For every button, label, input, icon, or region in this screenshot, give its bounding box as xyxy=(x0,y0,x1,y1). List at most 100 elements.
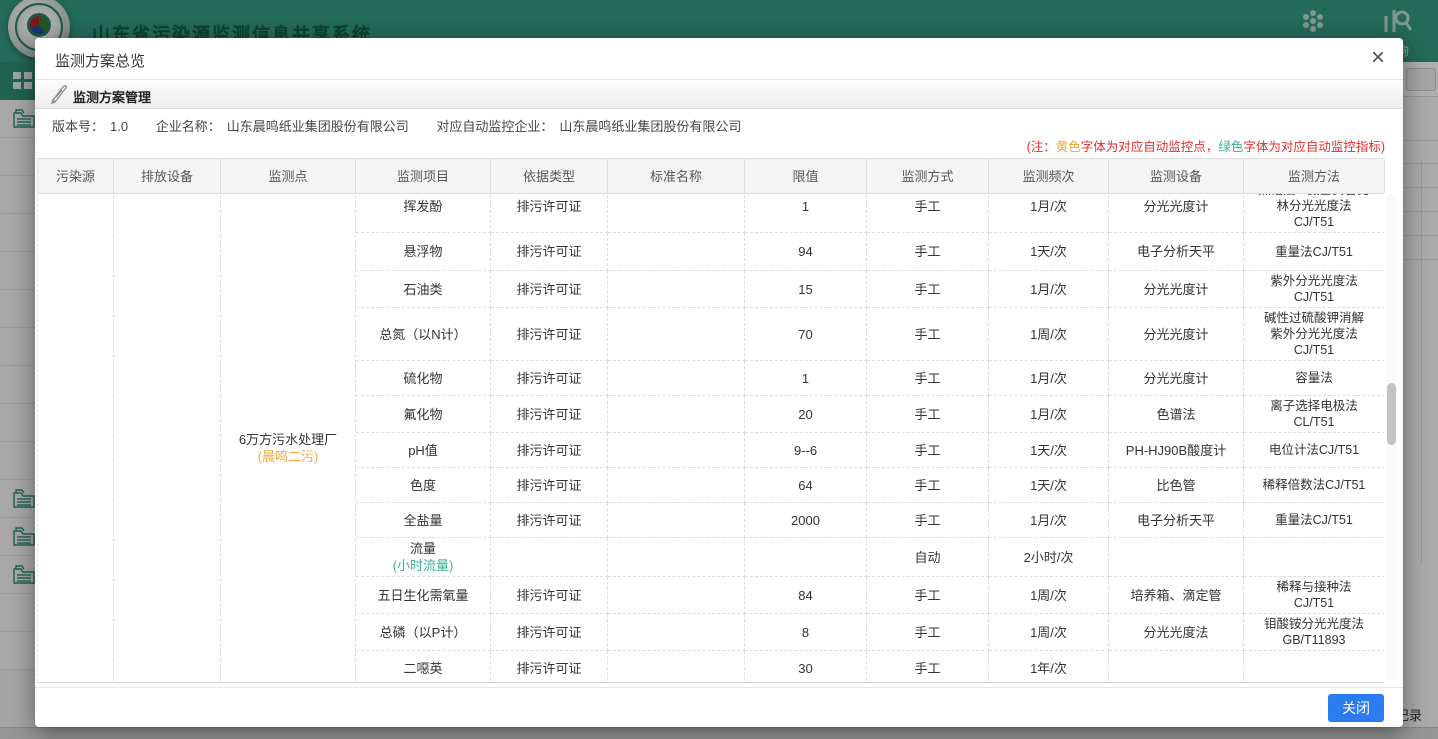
cell-item: 硫化物 xyxy=(356,361,491,396)
column-header-1: 污染源 xyxy=(38,159,114,193)
cell-equipment: 分光光度计 xyxy=(1109,271,1244,308)
cell-equipment xyxy=(1109,651,1244,682)
cell-basis: 排污许可证 xyxy=(491,233,608,271)
yellow-word: 黄色 xyxy=(1056,140,1081,154)
cell-mode: 手工 xyxy=(867,433,989,468)
cell-freq: 1周/次 xyxy=(989,614,1109,651)
cell-limit: 2000 xyxy=(745,503,867,538)
cell-limit: 1 xyxy=(745,361,867,396)
cell-method xyxy=(1244,651,1384,682)
cell-method: 紫外分光光度法 CJ/T51 xyxy=(1244,271,1384,308)
cell-equipment: 分光光度计 xyxy=(1109,361,1244,396)
cell-basis: 排污许可证 xyxy=(491,271,608,308)
cell-method: 容量法 xyxy=(1244,361,1384,396)
color-legend-note: (注：黄色字体为对应自动监控点，绿色字体为对应自动监控指标) xyxy=(1027,136,1385,155)
cell-mode: 手工 xyxy=(867,271,989,308)
cell-limit: 30 xyxy=(745,651,867,682)
cell-monitor-point: 6万方污水处理厂(晨鸣二污) xyxy=(221,194,356,682)
cell-freq: 1天/次 xyxy=(989,468,1109,503)
cell-limit: 84 xyxy=(745,577,867,614)
column-header-7: 限值 xyxy=(745,159,867,193)
auto-company-label: 对应自动监控企业： xyxy=(436,119,553,134)
cell-basis: 排污许可证 xyxy=(491,194,608,233)
column-header-9: 监测频次 xyxy=(989,159,1109,193)
cell-item: 总氮（以N计） xyxy=(356,308,491,361)
cell-method: 稀释与接种法 CJ/T51 xyxy=(1244,577,1384,614)
cell-standard xyxy=(608,233,745,271)
cell-mode: 手工 xyxy=(867,577,989,614)
cell-basis: 排污许可证 xyxy=(491,396,608,433)
cell-limit: 8 xyxy=(745,614,867,651)
cell-item: 悬浮物 xyxy=(356,233,491,271)
cell-freq: 1月/次 xyxy=(989,396,1109,433)
cell-mode: 手工 xyxy=(867,651,989,682)
cell-basis: 排污许可证 xyxy=(491,614,608,651)
screen: 山东省污染源监测信息共享系统 xyxy=(0,0,1438,739)
company-label: 企业名称： xyxy=(156,119,221,134)
cell-basis: 排污许可证 xyxy=(491,468,608,503)
cell-limit: 20 xyxy=(745,396,867,433)
cell-method: 电位计法CJ/T51 xyxy=(1244,433,1384,468)
cell-standard xyxy=(608,433,745,468)
cell-mode: 手工 xyxy=(867,308,989,361)
cell-standard xyxy=(608,361,745,396)
version-label: 版本号： xyxy=(52,119,104,134)
column-header-3: 监测点 xyxy=(221,159,356,193)
table-scroll-area[interactable]: 6万方污水处理厂(晨鸣二污)挥发酚排污许可证1手工1月/次分光光度计蒸馏后4-氨… xyxy=(37,194,1384,682)
close-icon[interactable]: × xyxy=(1371,46,1385,70)
cell-equipment: PH-HJ90B酸度计 xyxy=(1109,433,1244,468)
cell-method: 离子选择电极法 CL/T51 xyxy=(1244,396,1384,433)
cell-mode: 手工 xyxy=(867,194,989,233)
cell-freq: 1月/次 xyxy=(989,194,1109,233)
monitor-point-alias: (晨鸣二污) xyxy=(225,448,351,465)
table-row: 6万方污水处理厂(晨鸣二污)挥发酚排污许可证1手工1月/次分光光度计蒸馏后4-氨… xyxy=(38,194,1384,233)
cell-standard xyxy=(608,503,745,538)
column-header-5: 依据类型 xyxy=(491,159,608,193)
scrollbar-thumb[interactable] xyxy=(1387,383,1396,445)
cell-standard xyxy=(608,308,745,361)
cell-method: 碱性过硫酸钾消解 紫外分光光度法 CJ/T51 xyxy=(1244,308,1384,361)
cell-basis xyxy=(491,538,608,577)
cell-standard xyxy=(608,271,745,308)
cell-standard xyxy=(608,577,745,614)
cell-limit: 70 xyxy=(745,308,867,361)
section-header: 监测方案管理 xyxy=(35,80,1403,109)
section-title: 监测方案管理 xyxy=(73,87,151,106)
column-header-2: 排放设备 xyxy=(114,159,221,193)
cell-item: 总磷（以P计） xyxy=(356,614,491,651)
cell-basis: 排污许可证 xyxy=(491,308,608,361)
cell-freq: 1周/次 xyxy=(989,577,1109,614)
cell-item: 色度 xyxy=(356,468,491,503)
cell-method xyxy=(1244,538,1384,577)
monitoring-plan-modal: 监测方案总览 × 监测方案管理 版本号：1.0 企业名称：山东晨鸣纸业集团股份有… xyxy=(35,38,1403,727)
column-header-8: 监测方式 xyxy=(867,159,989,193)
column-header-10: 监测设备 xyxy=(1109,159,1244,193)
cell-item: 流量(小时流量) xyxy=(356,538,491,577)
cell-item: 全盐量 xyxy=(356,503,491,538)
cell-item: 氟化物 xyxy=(356,396,491,433)
cell-limit: 15 xyxy=(745,271,867,308)
cell-equipment: 电子分析天平 xyxy=(1109,503,1244,538)
column-header-6: 标准名称 xyxy=(608,159,745,193)
cell-freq: 1天/次 xyxy=(989,433,1109,468)
cell-basis: 排污许可证 xyxy=(491,361,608,396)
cell-equipment: 色谱法 xyxy=(1109,396,1244,433)
item-auto-note: (小时流量) xyxy=(360,557,486,574)
cell-standard xyxy=(608,194,745,233)
cell-method: 蒸馏后4-氨基安替比 林分光光度法 CJ/T51 xyxy=(1244,194,1384,233)
cell-item: 二噁英 xyxy=(356,651,491,682)
auto-company-value: 山东晨鸣纸业集团股份有限公司 xyxy=(559,119,741,134)
column-header-11: 监测方法 xyxy=(1244,159,1385,193)
cell-pollution-source xyxy=(38,194,114,682)
cell-equipment xyxy=(1109,538,1244,577)
cell-mode: 手工 xyxy=(867,614,989,651)
cell-limit: 94 xyxy=(745,233,867,271)
cell-method: 重量法CJ/T51 xyxy=(1244,233,1384,271)
cell-mode: 自动 xyxy=(867,538,989,577)
close-button[interactable]: 关闭 xyxy=(1328,694,1384,722)
cell-item: 五日生化需氧量 xyxy=(356,577,491,614)
cell-method: 重量法CJ/T51 xyxy=(1244,503,1384,538)
cell-freq: 1年/次 xyxy=(989,651,1109,682)
modal-titlebar: 监测方案总览 × xyxy=(35,38,1403,80)
cell-equipment: 分光光度法 xyxy=(1109,614,1244,651)
